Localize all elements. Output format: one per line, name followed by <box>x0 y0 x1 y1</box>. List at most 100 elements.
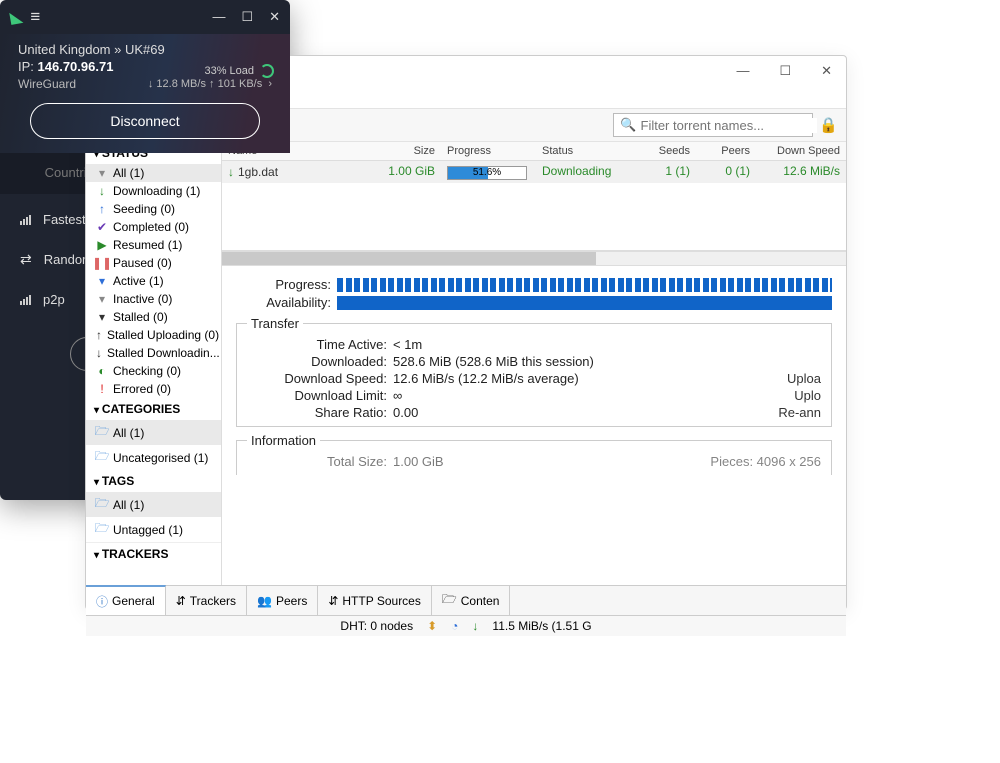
progress-label: Progress: <box>236 277 331 292</box>
availability-bar <box>337 296 832 310</box>
download-icon: ↓ <box>228 165 234 179</box>
col-status[interactable]: Status <box>536 142 636 160</box>
tag-all[interactable]: 🗁All (1) <box>86 492 221 517</box>
sidebar-item-stalled-down[interactable]: ↓Stalled Downloadin... <box>86 344 221 362</box>
folder-icon: 🗁 <box>442 590 457 611</box>
error-icon: ! <box>96 382 108 396</box>
load-ring-icon <box>260 64 274 78</box>
transfer-legend: Transfer <box>247 316 303 331</box>
status-bar: DHT: 0 nodes ⬍ ◔ ↓ 11.5 MiB/s (1.51 G <box>86 615 846 636</box>
sidebar-item-paused[interactable]: ❚❚Paused (0) <box>86 254 221 272</box>
sidebar-item-errored[interactable]: !Errored (0) <box>86 380 221 398</box>
tab-general[interactable]: ⓘGeneral <box>86 585 166 615</box>
download-icon: ↓ <box>96 346 102 360</box>
transfer-fieldset: Transfer Time Active:< 1m Downloaded:528… <box>236 316 832 427</box>
vpn-logo-icon: ◣ <box>8 6 24 28</box>
horizontal-scrollbar[interactable] <box>222 251 846 265</box>
tab-trackers[interactable]: ⇵Trackers <box>166 586 247 615</box>
folder-icon: 🗁 <box>96 422 108 443</box>
vpn-load: 33% Load <box>204 64 274 78</box>
download-icon: ↓ <box>472 619 478 633</box>
pause-icon: ❚❚ <box>96 256 108 270</box>
vpn-close-button[interactable]: ✕ <box>269 9 280 25</box>
main-pane: Name Size Progress Status Seeds Peers Do… <box>222 142 846 585</box>
sidebar-item-active[interactable]: ▾Active (1) <box>86 272 221 290</box>
availability-label: Availability: <box>236 295 331 310</box>
signal-icon <box>20 215 31 225</box>
vpn-minimize-button[interactable]: — <box>212 9 225 25</box>
col-peers[interactable]: Peers <box>696 142 756 160</box>
search-input[interactable] <box>641 118 817 133</box>
sidebar-item-downloading[interactable]: ↓Downloading (1) <box>86 182 221 200</box>
filter-icon: ▾ <box>96 166 108 180</box>
torrent-row[interactable]: ↓1gb.dat 1.00 GiB 51.6% Downloading 1 (1… <box>222 161 846 183</box>
progress-bar: 51.6% <box>447 166 527 180</box>
hamburger-icon[interactable]: ≡ <box>30 7 40 27</box>
filter-icon: ▾ <box>96 274 108 288</box>
filter-icon: ▾ <box>96 310 108 324</box>
category-all[interactable]: 🗁All (1) <box>86 420 221 445</box>
folder-icon: 🗁 <box>96 447 108 468</box>
section-trackers[interactable]: TRACKERS <box>86 542 221 565</box>
tab-peers[interactable]: 👥Peers <box>247 586 318 615</box>
vpn-hero: United Kingdom » UK#69 IP: 146.70.96.71 … <box>0 34 290 153</box>
upload-icon: ↑ <box>96 328 102 342</box>
detail-pane: Progress: Availability: Transfer Time Ac… <box>222 265 846 585</box>
col-size[interactable]: Size <box>376 142 441 160</box>
torrent-table-header: Name Size Progress Status Seeds Peers Do… <box>222 142 846 161</box>
piece-progress-bar <box>337 278 832 292</box>
vpn-speeds: ↓ 12.8 MB/s ↑ 101 KB/s › <box>148 78 272 90</box>
tab-http[interactable]: ⇵HTTP Sources <box>318 586 432 615</box>
close-button[interactable]: ✕ <box>815 61 838 81</box>
sidebar-item-seeding[interactable]: ↑Seeding (0) <box>86 200 221 218</box>
sidebar-item-stalled[interactable]: ▾Stalled (0) <box>86 308 221 326</box>
download-icon: ↓ <box>96 184 108 198</box>
sidebar-item-checking[interactable]: ◐Checking (0) <box>86 362 221 380</box>
category-uncategorised[interactable]: 🗁Uncategorised (1) <box>86 445 221 470</box>
disconnect-button[interactable]: Disconnect <box>30 103 260 139</box>
tag-untagged[interactable]: 🗁Untagged (1) <box>86 517 221 542</box>
vpn-protocol: WireGuard <box>18 77 76 91</box>
dht-status: DHT: 0 nodes <box>340 619 413 633</box>
shuffle-icon: ⇄ <box>20 251 32 268</box>
detail-tabs: ⓘGeneral ⇵Trackers 👥Peers ⇵HTTP Sources … <box>86 585 846 615</box>
col-down[interactable]: Down Speed <box>756 142 846 160</box>
section-tags[interactable]: TAGS <box>86 470 221 492</box>
vpn-protocol-row[interactable]: WireGuard ↓ 12.8 MB/s ↑ 101 KB/s › <box>18 77 272 91</box>
col-seeds[interactable]: Seeds <box>636 142 696 160</box>
disk-icon: ⬍ <box>427 619 437 633</box>
play-icon: ▶ <box>96 238 108 252</box>
sidebar-item-all[interactable]: ▾All (1) <box>86 164 221 182</box>
peers-icon: 👥 <box>257 594 272 608</box>
vpn-titlebar: ◣ ≡ — ☐ ✕ <box>0 0 290 34</box>
lock-icon[interactable]: 🔒 <box>819 116 838 134</box>
speed-icon: ◔ <box>451 619 458 633</box>
col-progress[interactable]: Progress <box>441 142 536 160</box>
sidebar-item-stalled-up[interactable]: ↑Stalled Uploading (0) <box>86 326 221 344</box>
sidebar-item-completed[interactable]: ✔Completed (0) <box>86 218 221 236</box>
vpn-location: United Kingdom » UK#69 <box>18 42 272 57</box>
filter-icon: ▾ <box>96 292 108 306</box>
sidebar-item-resumed[interactable]: ▶Resumed (1) <box>86 236 221 254</box>
check-icon: ✔ <box>96 220 108 234</box>
information-legend: Information <box>247 433 320 448</box>
upload-icon: ↑ <box>96 202 108 216</box>
minimize-button[interactable]: — <box>730 61 755 81</box>
info-icon: ⓘ <box>96 593 108 610</box>
vpn-maximize-button[interactable]: ☐ <box>241 9 253 25</box>
http-icon: ⇵ <box>328 594 338 608</box>
folder-icon: 🗁 <box>96 519 108 540</box>
signal-icon <box>20 295 31 305</box>
search-box[interactable]: 🔍 <box>613 113 813 137</box>
search-icon: 🔍 <box>620 117 636 133</box>
download-speed: 11.5 MiB/s (1.51 G <box>492 619 591 633</box>
trackers-icon: ⇵ <box>176 594 186 608</box>
folder-icon: 🗁 <box>96 494 108 515</box>
torrent-list[interactable]: ↓1gb.dat 1.00 GiB 51.6% Downloading 1 (1… <box>222 161 846 251</box>
maximize-button[interactable]: ☐ <box>773 61 797 81</box>
checking-icon: ◐ <box>96 364 108 378</box>
tab-content[interactable]: 🗁Conten <box>432 586 511 615</box>
sidebar[interactable]: STATUS ▾All (1) ↓Downloading (1) ↑Seedin… <box>86 142 222 585</box>
sidebar-item-inactive[interactable]: ▾Inactive (0) <box>86 290 221 308</box>
section-categories[interactable]: CATEGORIES <box>86 398 221 420</box>
